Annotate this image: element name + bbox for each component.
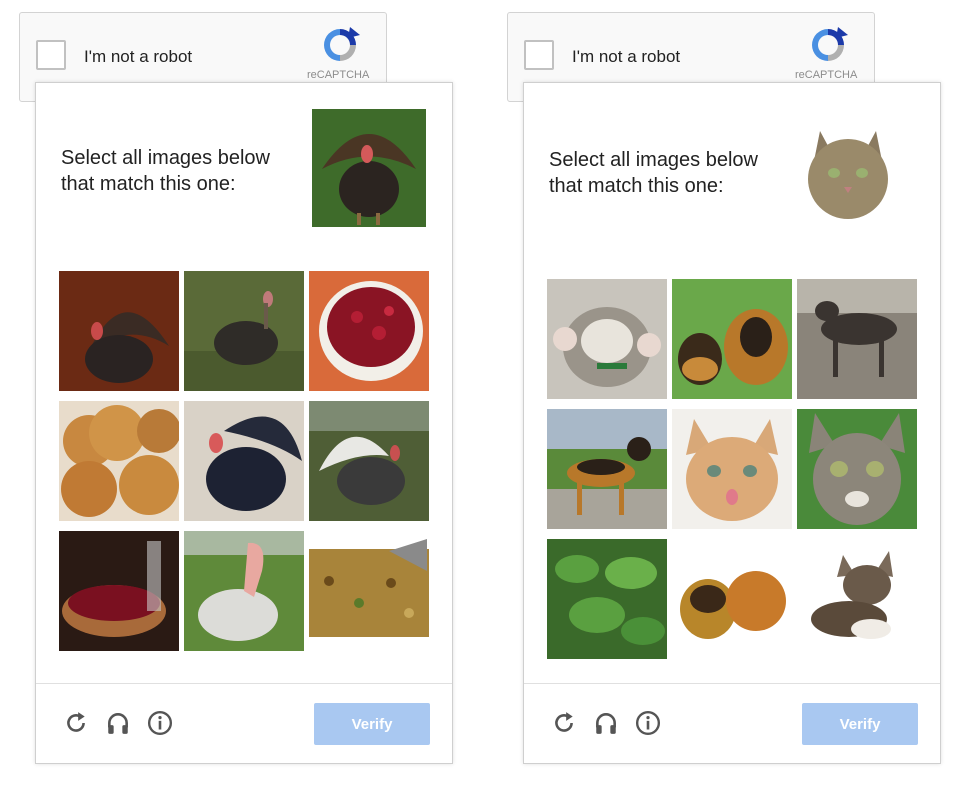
grid-tile-kitten[interactable] (797, 409, 917, 529)
grid-tile-cranberry-sauce[interactable] (309, 271, 429, 391)
not-robot-checkbox[interactable] (524, 40, 554, 70)
info-icon[interactable] (146, 709, 174, 737)
grid-tile-turkey[interactable] (184, 531, 304, 651)
not-robot-label: I'm not a robot (572, 47, 681, 66)
reload-icon[interactable] (62, 709, 90, 737)
audio-headphones-icon[interactable] (592, 709, 620, 737)
challenge-image-grid (59, 271, 431, 651)
challenge-footer-divider (524, 683, 940, 684)
not-robot-checkbox[interactable] (36, 40, 66, 70)
recaptcha-widget-2: I'm not a robot reCAPTCHA Select all ima… (488, 0, 954, 794)
verify-button[interactable]: Verify (802, 703, 918, 745)
grid-tile-german-shepherd[interactable] (547, 409, 667, 529)
grid-tile-turkey[interactable] (59, 271, 179, 391)
recaptcha-brand-text: reCAPTCHA (795, 69, 858, 81)
grid-tile-dog[interactable] (797, 279, 917, 399)
challenge-instructions: Select all images below that match this … (549, 149, 758, 197)
challenge-instructions: Select all images below that match this … (61, 147, 270, 195)
challenge-image-grid (547, 279, 919, 659)
grid-tile-cranberries-pot[interactable] (59, 531, 179, 651)
grid-tile-kitten[interactable] (547, 279, 667, 399)
grid-tile-turkey[interactable] (309, 401, 429, 521)
challenge-footer-divider (36, 683, 452, 684)
grid-tile-german-shepherd-puppies[interactable] (672, 279, 792, 399)
sample-image-turkey (312, 109, 426, 227)
grid-tile-kitten[interactable] (797, 539, 917, 659)
grid-tile-kitten[interactable] (672, 409, 792, 529)
grid-tile-turkey[interactable] (184, 401, 304, 521)
recaptcha-logo-icon (812, 27, 848, 61)
grid-tile-guinea-pigs[interactable] (672, 539, 792, 659)
image-challenge-popup: Select all images below that match this … (35, 82, 453, 764)
verify-button[interactable]: Verify (314, 703, 430, 745)
grid-tile-turkey[interactable] (184, 271, 304, 391)
recaptcha-brand-text: reCAPTCHA (307, 69, 370, 81)
grid-tile-bread-rolls[interactable] (59, 401, 179, 521)
info-icon[interactable] (634, 709, 662, 737)
not-robot-label: I'm not a robot (84, 47, 193, 66)
image-challenge-popup: Select all images below that match this … (523, 82, 941, 764)
recaptcha-logo-icon (324, 27, 360, 61)
grid-tile-catnip-plant[interactable] (547, 539, 667, 659)
recaptcha-widget-1: I'm not a robot reCAPTCHA Select all ima… (0, 0, 480, 794)
sample-image-cat (800, 121, 896, 225)
reload-icon[interactable] (550, 709, 578, 737)
audio-headphones-icon[interactable] (104, 709, 132, 737)
grid-tile-stuffing[interactable] (309, 531, 429, 651)
